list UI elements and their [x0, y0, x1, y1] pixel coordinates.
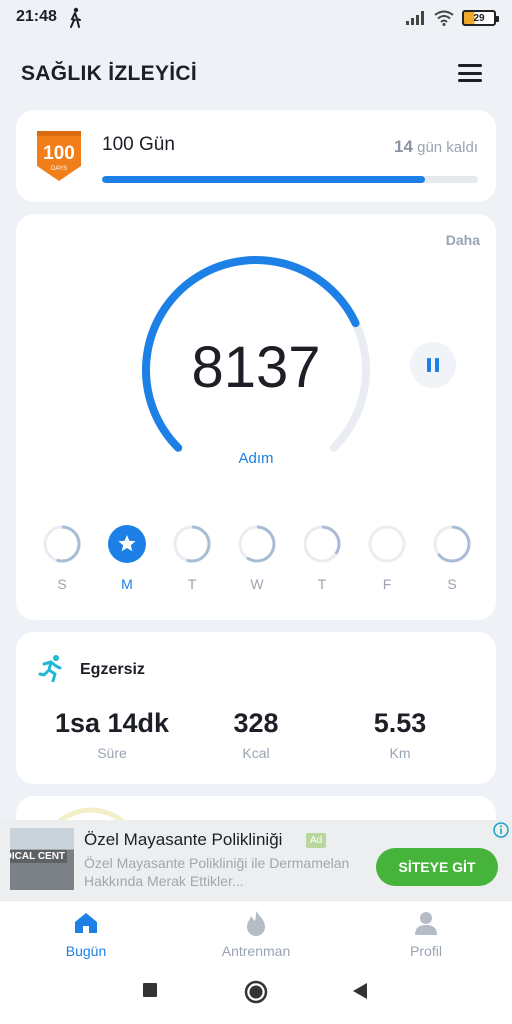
day-1[interactable]: M [107, 524, 147, 592]
challenge-card[interactable]: 100 DAYS 100 Gün 14 gün kaldı [16, 110, 496, 202]
ad-title: Özel Mayasante Polikliniği [84, 830, 283, 849]
system-nav-bar [0, 964, 512, 1024]
challenge-progress-bar [102, 176, 478, 183]
exercise-stat-duration: 1sa 14dk Süre [42, 708, 182, 761]
day-0[interactable]: S [42, 524, 82, 592]
app-header: SAĞLIK İZLEYİCİ [0, 36, 512, 106]
ad-description: Özel Mayasante Polikliniği ile Dermamela… [84, 855, 350, 889]
day-letter: M [121, 576, 133, 592]
step-count: 8137 [191, 335, 321, 400]
stat-label: Kcal [242, 745, 270, 761]
wifi-icon [434, 10, 454, 26]
week-progress: SMTWTFS [42, 524, 472, 604]
challenge-remaining: 14 gün kaldı [394, 137, 478, 157]
ad-banner[interactable]: EDICAL CENT Özel Mayasante Polikliniği A… [0, 820, 512, 900]
day-progress-ring [173, 525, 211, 563]
tab-label: Profil [410, 943, 442, 959]
page-title: SAĞLIK İZLEYİCİ [21, 62, 198, 85]
badge-number: 100 [43, 143, 75, 164]
steps-card: Daha 8137 Adım SMTWTFS [16, 214, 496, 620]
stat-value: 5.53 [373, 708, 427, 738]
tab-today[interactable]: Bugün [26, 907, 146, 959]
badge-text: DAYS [51, 166, 67, 172]
day-letter: W [250, 576, 264, 592]
running-icon [38, 655, 62, 682]
day-letter: F [382, 576, 392, 592]
home-icon [75, 913, 97, 933]
day-letter: T [317, 576, 327, 592]
hundred-days-badge-icon: 100 DAYS [37, 131, 81, 181]
stat-value: 328 [233, 708, 279, 738]
ad-image-text: EDICAL CENT [10, 850, 68, 863]
tab-label: Antrenman [221, 943, 291, 959]
day-5[interactable]: F [367, 524, 407, 592]
back-triangle-icon[interactable] [352, 982, 368, 1000]
day-2[interactable]: T [172, 524, 212, 592]
remaining-text: gün kaldı [417, 139, 478, 156]
hamburger-menu-icon[interactable] [458, 64, 482, 82]
status-icons: 29 [406, 8, 499, 28]
stat-label: Süre [97, 745, 127, 761]
status-time: 21:48 [16, 8, 57, 25]
step-label: Adım [238, 450, 274, 467]
tab-profile[interactable]: Profil [366, 907, 486, 959]
day-letter: T [187, 576, 197, 592]
day-progress-ring [303, 525, 341, 563]
battery-level: 29 [473, 12, 485, 24]
challenge-progress-fill [102, 176, 426, 183]
exercise-stat-kcal: 328 Kcal [186, 708, 326, 761]
exercise-stat-km: 5.53 Km [330, 708, 470, 761]
exercise-card[interactable]: Egzersiz 1sa 14dk Süre 328 Kcal 5.53 Km [16, 632, 496, 784]
recents-square-icon[interactable] [142, 982, 158, 998]
day-star-badge-icon [108, 525, 146, 563]
walking-icon [70, 7, 81, 28]
day-4[interactable]: T [302, 524, 342, 592]
ad-tag: Ad [306, 833, 327, 848]
flame-icon [247, 911, 265, 936]
info-icon[interactable] [493, 822, 509, 838]
tab-workout[interactable]: Antrenman [196, 907, 316, 959]
signal-icon [406, 11, 424, 25]
day-letter: S [447, 576, 457, 592]
status-bar: 21:48 29 [0, 0, 512, 36]
day-progress-ring [433, 525, 471, 563]
ad-image: EDICAL CENT [10, 828, 74, 890]
stat-value: 1sa 14dk [54, 708, 170, 738]
day-letter: S [57, 576, 67, 592]
bottom-nav: Bugün Antrenman Profil [0, 900, 512, 964]
day-progress-ring [238, 525, 276, 563]
day-progress-ring [43, 525, 81, 563]
day-progress-ring [368, 525, 406, 563]
stat-label: Km [389, 745, 411, 761]
home-circle-icon[interactable] [244, 980, 268, 1004]
challenge-title: 100 Gün [102, 134, 175, 155]
pause-icon[interactable] [410, 342, 456, 388]
ad-cta-button[interactable]: SİTEYE GİT [376, 848, 498, 886]
tab-label: Bugün [65, 943, 107, 959]
remaining-days: 14 [394, 137, 413, 156]
day-3[interactable]: W [237, 524, 277, 592]
exercise-title: Egzersiz [80, 661, 145, 678]
person-icon [415, 912, 437, 935]
day-6[interactable]: S [432, 524, 472, 592]
battery-icon: 29 [462, 10, 499, 26]
